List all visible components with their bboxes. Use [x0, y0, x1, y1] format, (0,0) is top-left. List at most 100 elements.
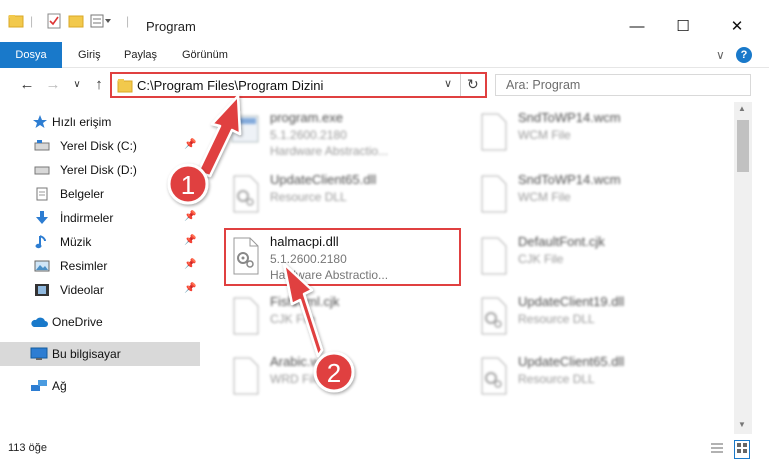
computer-icon — [30, 347, 48, 361]
network-icon — [30, 379, 47, 393]
new-folder-icon[interactable] — [68, 12, 84, 30]
search-input[interactable]: Ara: Program — [506, 78, 580, 92]
sidebar-item-this-pc[interactable]: Bu bilgisayar — [0, 342, 200, 366]
navigation-pane: Hızlı erişim Yerel Disk (C:) 📌 Yerel Dis… — [0, 102, 200, 434]
film-strip-icon — [34, 283, 50, 297]
sidebar-item-label: OneDrive — [52, 315, 103, 329]
window-title: Program — [146, 19, 196, 34]
sidebar-item-downloads[interactable]: İndirmeler 📌 — [0, 206, 200, 230]
file-type: WCM File — [518, 128, 571, 142]
title-bar: | | Program — ☐ ✕ — [0, 0, 769, 42]
file-list: program.exe 5.1.2600.2180 Hardware Abstr… — [200, 102, 734, 434]
sidebar-item-quick-access[interactable]: Hızlı erişim — [0, 110, 200, 134]
file-item[interactable]: SndToWP14.wcm WCM File — [472, 106, 712, 164]
sidebar-item-onedrive[interactable]: OneDrive — [0, 310, 200, 334]
pin-icon[interactable]: 📌 — [184, 259, 196, 270]
download-arrow-icon — [34, 211, 50, 225]
file-item[interactable]: Fishreml.cjk CJK File — [224, 290, 464, 348]
file-type: WCM File — [518, 190, 571, 204]
file-item[interactable]: program.exe 5.1.2600.2180 Hardware Abstr… — [224, 106, 464, 164]
star-icon — [32, 115, 48, 129]
close-button[interactable]: ✕ — [714, 12, 760, 42]
large-icons-view-icon[interactable] — [734, 440, 750, 459]
documents-icon — [34, 187, 50, 201]
sidebar-item-network[interactable]: Ağ — [0, 374, 200, 398]
help-button[interactable]: ? — [736, 47, 752, 63]
sidebar-item-videos[interactable]: Videolar 📌 — [0, 278, 200, 302]
pin-icon[interactable]: 📌 — [184, 235, 196, 246]
file-name: SndToWP14.wcm — [518, 172, 621, 187]
separator — [460, 74, 461, 96]
file-type: Resource DLL — [518, 372, 595, 386]
file-name: SndToWP14.wcm — [518, 110, 621, 125]
sidebar-item-local-disk-c[interactable]: Yerel Disk (C:) 📌 — [0, 134, 200, 158]
file-name: DefaultFont.cjk — [518, 234, 605, 249]
minimize-button[interactable]: — — [614, 12, 660, 42]
file-item[interactable]: SndToWP14.wcm WCM File — [472, 168, 712, 226]
forward-button[interactable]: → — [44, 76, 62, 94]
address-dropdown-button[interactable]: ∨ — [444, 77, 452, 90]
file-item[interactable]: UpdateClient19.dll Resource DLL — [472, 290, 712, 348]
document-file-icon — [233, 297, 259, 335]
sidebar-item-label: Resimler — [60, 259, 108, 273]
file-item[interactable]: DefaultFont.cjk CJK File — [472, 230, 712, 288]
up-button[interactable]: ↑ — [90, 76, 108, 94]
sidebar-item-label: Belgeler — [60, 187, 105, 201]
document-file-icon — [233, 357, 259, 395]
sidebar-item-documents[interactable]: Belgeler — [0, 182, 200, 206]
scrollbar-thumb[interactable] — [737, 120, 749, 172]
maximize-button[interactable]: ☐ — [660, 12, 706, 42]
pin-icon[interactable]: 📌 — [184, 139, 196, 150]
ribbon-collapse-button[interactable]: ∨ — [716, 42, 725, 68]
file-name: UpdateClient65.dll — [518, 354, 625, 369]
item-count: 113 öğe — [8, 442, 47, 454]
exe-file-icon — [231, 115, 259, 143]
sidebar-item-label: Müzik — [60, 235, 92, 249]
file-item[interactable]: Arabic.wrd WRD File — [224, 350, 464, 408]
address-bar[interactable]: C:\Program Files\Program Dizini ∨ ↻ — [110, 72, 487, 98]
properties-icon[interactable] — [46, 12, 62, 30]
recent-locations-button[interactable]: ∨ — [68, 76, 86, 94]
sidebar-item-local-disk-d[interactable]: Yerel Disk (D:) — [0, 158, 200, 182]
tab-home[interactable]: Giriş — [78, 42, 101, 68]
drive-icon — [34, 163, 50, 177]
dll-gear-file-icon — [481, 357, 507, 395]
ribbon-tabs: Dosya Giriş Paylaş Görünüm ∨ ? — [0, 42, 769, 100]
highlight-box — [224, 228, 461, 286]
refresh-button[interactable]: ↻ — [467, 76, 479, 93]
tab-view[interactable]: Görünüm — [182, 42, 228, 68]
pin-icon[interactable]: 📌 — [184, 211, 196, 222]
address-path[interactable]: C:\Program Files\Program Dizini — [137, 78, 323, 93]
document-file-icon — [481, 113, 507, 151]
search-box[interactable]: Ara: Program — [495, 74, 751, 96]
drive-icon — [34, 139, 50, 153]
customize-toolbar-icon[interactable] — [90, 12, 112, 30]
document-file-icon — [481, 175, 507, 213]
scroll-up-icon[interactable]: ▲ — [738, 104, 746, 113]
separator: | — [126, 14, 130, 28]
sidebar-item-label: Bu bilgisayar — [52, 347, 121, 361]
file-name: UpdateClient65.dll — [270, 172, 377, 187]
back-button[interactable]: ← — [18, 76, 36, 94]
file-version: 5.1.2600.2180 — [270, 128, 347, 142]
file-item[interactable]: UpdateClient65.dll Resource DLL — [224, 168, 464, 226]
pin-icon[interactable]: 📌 — [184, 283, 196, 294]
file-item[interactable]: UpdateClient65.dll Resource DLL — [472, 350, 712, 408]
sidebar-item-label: Ağ — [52, 379, 67, 393]
document-file-icon — [481, 237, 507, 275]
file-type: Resource DLL — [270, 190, 347, 204]
sidebar-item-label: Hızlı erişim — [52, 115, 112, 129]
navigation-bar: ← → ∨ ↑ C:\Program Files\Program Dizini … — [0, 68, 769, 102]
scroll-down-icon[interactable]: ▼ — [738, 420, 746, 429]
details-view-icon[interactable] — [710, 442, 724, 457]
sidebar-item-music[interactable]: Müzik 📌 — [0, 230, 200, 254]
file-type: CJK File — [518, 252, 564, 266]
vertical-scrollbar[interactable]: ▲ ▼ — [734, 102, 752, 434]
sidebar-item-label: Videolar — [60, 283, 104, 297]
file-name: program.exe — [270, 110, 343, 125]
pictures-icon — [34, 259, 50, 273]
tab-share[interactable]: Paylaş — [124, 42, 157, 68]
file-type: CJK File — [270, 312, 316, 326]
sidebar-item-pictures[interactable]: Resimler 📌 — [0, 254, 200, 278]
sidebar-item-label: Yerel Disk (C:) — [60, 139, 137, 153]
